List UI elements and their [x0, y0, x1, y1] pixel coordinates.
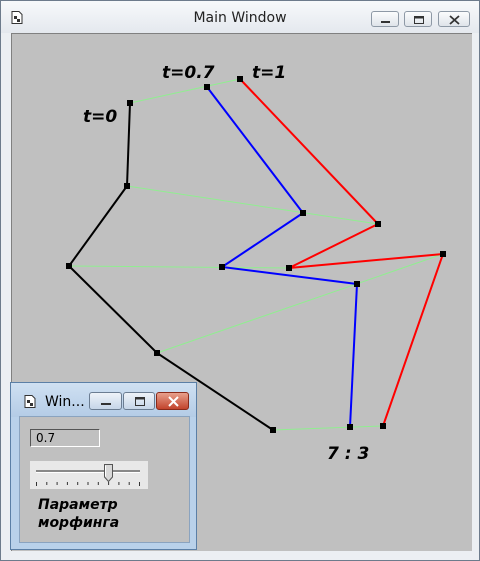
minimize-button[interactable]	[371, 11, 399, 27]
maximize-icon	[414, 16, 424, 24]
target-vertex[interactable]	[375, 221, 381, 227]
close-button[interactable]	[438, 11, 470, 27]
label-t07: t=0.7	[162, 63, 215, 83]
target-vertex[interactable]	[440, 251, 446, 257]
morph-vertex	[300, 210, 306, 216]
source-vertex[interactable]	[124, 183, 130, 189]
morph-vertex	[347, 424, 353, 430]
vertex-markers	[66, 76, 446, 433]
slider-thumb[interactable]	[104, 464, 113, 482]
minimize-icon	[381, 21, 390, 23]
correspondence-lines	[68, 78, 444, 431]
source-vertex[interactable]	[127, 100, 133, 106]
document-icon	[24, 395, 36, 408]
correspondence-line	[126, 185, 379, 225]
slider-caption: Параметр морфинга	[38, 496, 188, 532]
label-ratio: 7 : 3	[327, 444, 369, 464]
label-t0: t=0	[83, 107, 117, 127]
correspondence-line	[272, 425, 384, 431]
sub-minimize-button[interactable]	[89, 392, 122, 410]
caption-line-1: Параметр	[38, 497, 118, 513]
slider-track	[36, 470, 140, 473]
control-titlebar[interactable]: Win...	[11, 383, 196, 417]
sub-close-button[interactable]	[156, 392, 189, 410]
close-icon	[168, 396, 179, 407]
sub-maximize-button[interactable]	[123, 392, 155, 410]
morph-vertex	[354, 281, 360, 287]
morph-slider[interactable]	[30, 461, 148, 489]
source-vertex[interactable]	[66, 263, 72, 269]
slider-ticks	[36, 482, 140, 486]
correspondence-line	[68, 265, 290, 269]
maximize-icon	[135, 397, 145, 406]
morph-value-field[interactable]: 0.7	[30, 429, 100, 447]
source-vertex[interactable]	[154, 350, 160, 356]
morph-vertex	[219, 264, 225, 270]
main-titlebar[interactable]: Main Window	[1, 1, 479, 33]
label-t1: t=1	[252, 63, 286, 83]
minimize-icon	[101, 403, 111, 405]
maximize-button[interactable]	[404, 11, 432, 27]
correspondence-line	[156, 253, 444, 354]
control-panel: 0.7 Параметр морфинга	[19, 416, 190, 543]
target-polyline	[239, 78, 445, 427]
target-vertex[interactable]	[237, 76, 243, 82]
morph-polyline	[206, 86, 359, 428]
morph-vertex	[204, 84, 210, 90]
caption-line-2: морфинга	[38, 515, 120, 531]
control-window: Win... 0.7 Параметр морфинга	[10, 382, 197, 550]
target-vertex[interactable]	[286, 265, 292, 271]
close-icon	[449, 15, 460, 25]
source-vertex[interactable]	[270, 427, 276, 433]
target-vertex[interactable]	[380, 423, 386, 429]
control-window-title: Win...	[45, 394, 85, 410]
